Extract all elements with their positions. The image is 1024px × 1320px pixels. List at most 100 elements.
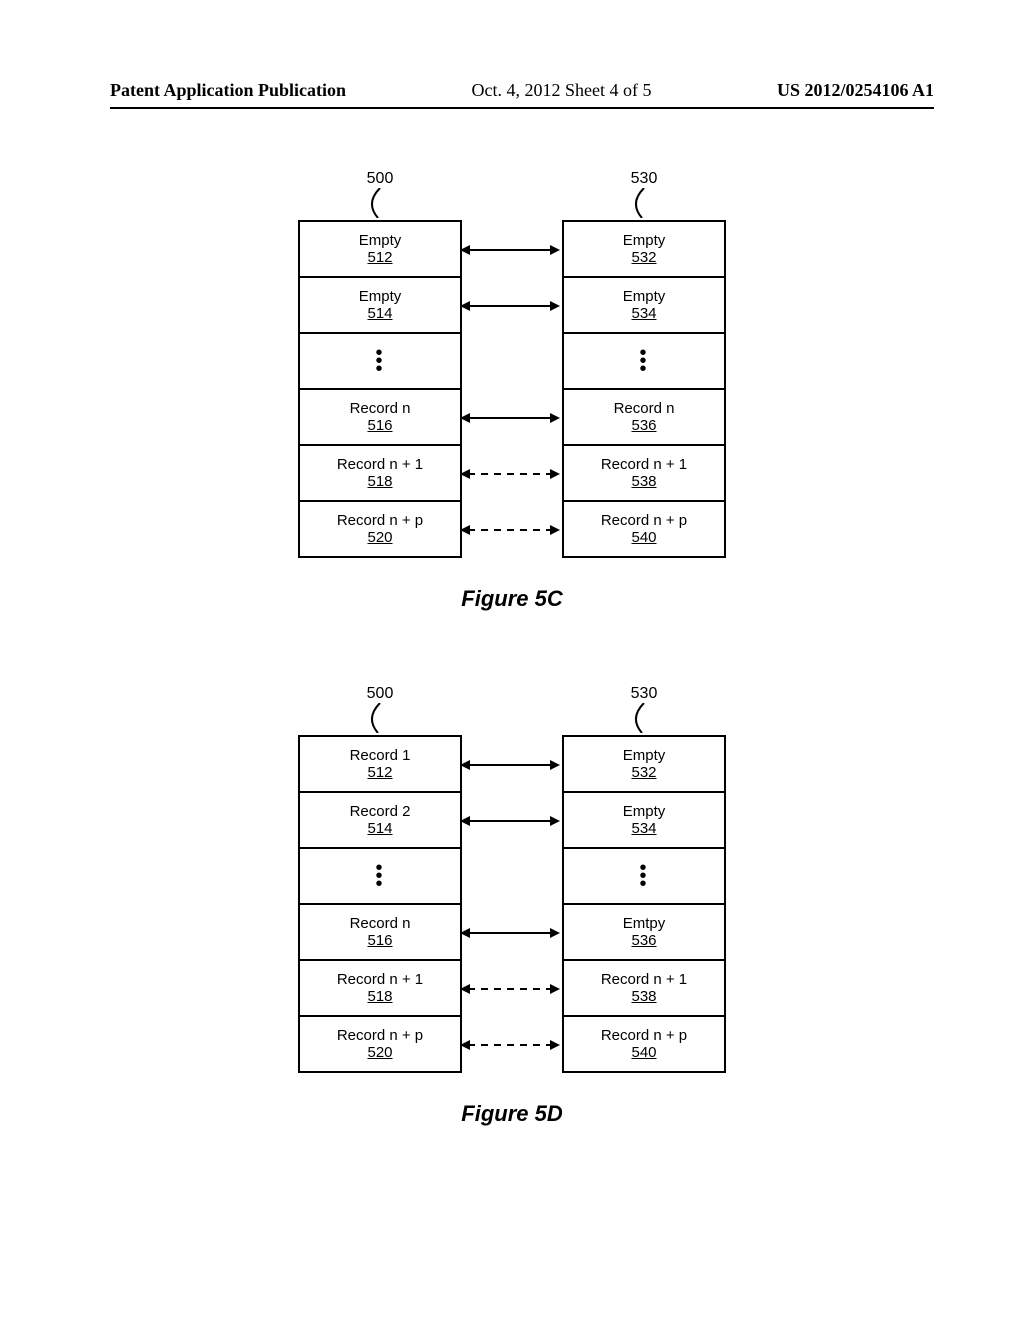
cell-ref: 520 [367,1044,392,1061]
cell-text: Empty [623,288,666,305]
cell-text: Record n [350,915,411,932]
record-cell: Empty514 [300,278,460,334]
record-cell: Record n + 1518 [300,961,460,1017]
right-column: 530 Empty532Empty534•••Emtpy536Record n … [562,735,726,1073]
ellipsis-cell: ••• [564,849,724,905]
callout-curve-icon [624,188,664,218]
diagram-5d: 500 Record 1512Record 2514•••Record n516… [298,735,726,1073]
cell-ref: 512 [367,764,392,781]
callout-label: 530 [631,685,658,703]
cell-text: Record n + p [337,1027,423,1044]
cell-text: Record n + 1 [601,971,687,988]
record-cell: Record n + p520 [300,1017,460,1071]
callout-curve-icon [624,703,664,733]
cell-ref: 534 [631,820,656,837]
record-cell: Record n + 1538 [564,446,724,502]
callout-curve-icon [360,188,400,218]
record-cell: Record n516 [300,905,460,961]
right-column: 530 Empty532Empty534•••Record n536Record… [562,220,726,558]
row-link-arrow [460,245,560,255]
row-link-arrow [460,1040,560,1050]
cell-text: Empty [623,747,666,764]
record-cell: Record n + p540 [564,502,724,556]
cell-ref: 536 [631,417,656,434]
cell-ref: 514 [367,820,392,837]
row-link-arrow [460,760,560,770]
cell-text: Emtpy [623,915,666,932]
callout-530: 530 [564,685,724,733]
cell-text: Record n [350,400,411,417]
callout-label: 500 [367,685,394,703]
cell-text: Record n + 1 [337,971,423,988]
cell-ref: 534 [631,305,656,322]
figure-label: Figure 5C [298,586,726,612]
figure-label: Figure 5D [298,1101,726,1127]
cell-ref: 516 [367,932,392,949]
callout-500: 500 [300,685,460,733]
row-link-arrow [460,525,560,535]
header-right: US 2012/0254106 A1 [777,80,934,101]
record-cell: Record 2514 [300,793,460,849]
cell-ref: 540 [631,529,656,546]
ellipsis-cell: ••• [300,334,460,390]
figure-5c: 500 Empty512Empty514•••Record n516Record… [298,165,726,612]
record-cell: Empty532 [564,737,724,793]
record-cell: Record n + p520 [300,502,460,556]
cell-ref: 536 [631,932,656,949]
cell-text: Record n + p [337,512,423,529]
cell-text: Empty [623,232,666,249]
callout-500: 500 [300,170,460,218]
header-left: Patent Application Publication [110,80,346,101]
row-link-arrow [460,301,560,311]
row-link-arrow [460,984,560,994]
record-cell: Empty534 [564,278,724,334]
record-cell: Record n536 [564,390,724,446]
left-column: 500 Empty512Empty514•••Record n516Record… [298,220,462,558]
figure-5d: 500 Record 1512Record 2514•••Record n516… [298,680,726,1127]
row-link-arrow [460,928,560,938]
cell-text: Empty [359,232,402,249]
patent-page: Patent Application Publication Oct. 4, 2… [0,0,1024,1320]
cell-text: Record n + p [601,512,687,529]
page-header: Patent Application Publication Oct. 4, 2… [110,80,934,109]
record-cell: Record n + p540 [564,1017,724,1071]
record-cell: Empty534 [564,793,724,849]
cell-ref: 518 [367,473,392,490]
cell-ref: 538 [631,473,656,490]
record-cell: Record n + 1538 [564,961,724,1017]
callout-curve-icon [360,703,400,733]
cell-text: Record n + p [601,1027,687,1044]
record-cell: Record 1512 [300,737,460,793]
row-link-arrow [460,816,560,826]
diagram-5c: 500 Empty512Empty514•••Record n516Record… [298,220,726,558]
record-cell: Empty532 [564,222,724,278]
header-mid: Oct. 4, 2012 Sheet 4 of 5 [472,80,652,101]
cell-ref: 516 [367,417,392,434]
row-link-arrow [460,413,560,423]
callout-530: 530 [564,170,724,218]
ellipsis-cell: ••• [564,334,724,390]
record-cell: Empty512 [300,222,460,278]
record-cell: Record n516 [300,390,460,446]
left-column: 500 Record 1512Record 2514•••Record n516… [298,735,462,1073]
cell-text: Record 2 [350,803,411,820]
cell-ref: 538 [631,988,656,1005]
cell-ref: 512 [367,249,392,266]
record-cell: Emtpy536 [564,905,724,961]
ellipsis-cell: ••• [300,849,460,905]
cell-ref: 518 [367,988,392,1005]
cell-text: Record n + 1 [337,456,423,473]
row-link-arrow [460,469,560,479]
cell-ref: 514 [367,305,392,322]
cell-text: Record n [614,400,675,417]
cell-text: Record n + 1 [601,456,687,473]
callout-label: 500 [367,170,394,188]
cell-text: Record 1 [350,747,411,764]
cell-ref: 520 [367,529,392,546]
record-cell: Record n + 1518 [300,446,460,502]
cell-text: Empty [623,803,666,820]
callout-label: 530 [631,170,658,188]
cell-ref: 532 [631,249,656,266]
cell-ref: 532 [631,764,656,781]
cell-ref: 540 [631,1044,656,1061]
